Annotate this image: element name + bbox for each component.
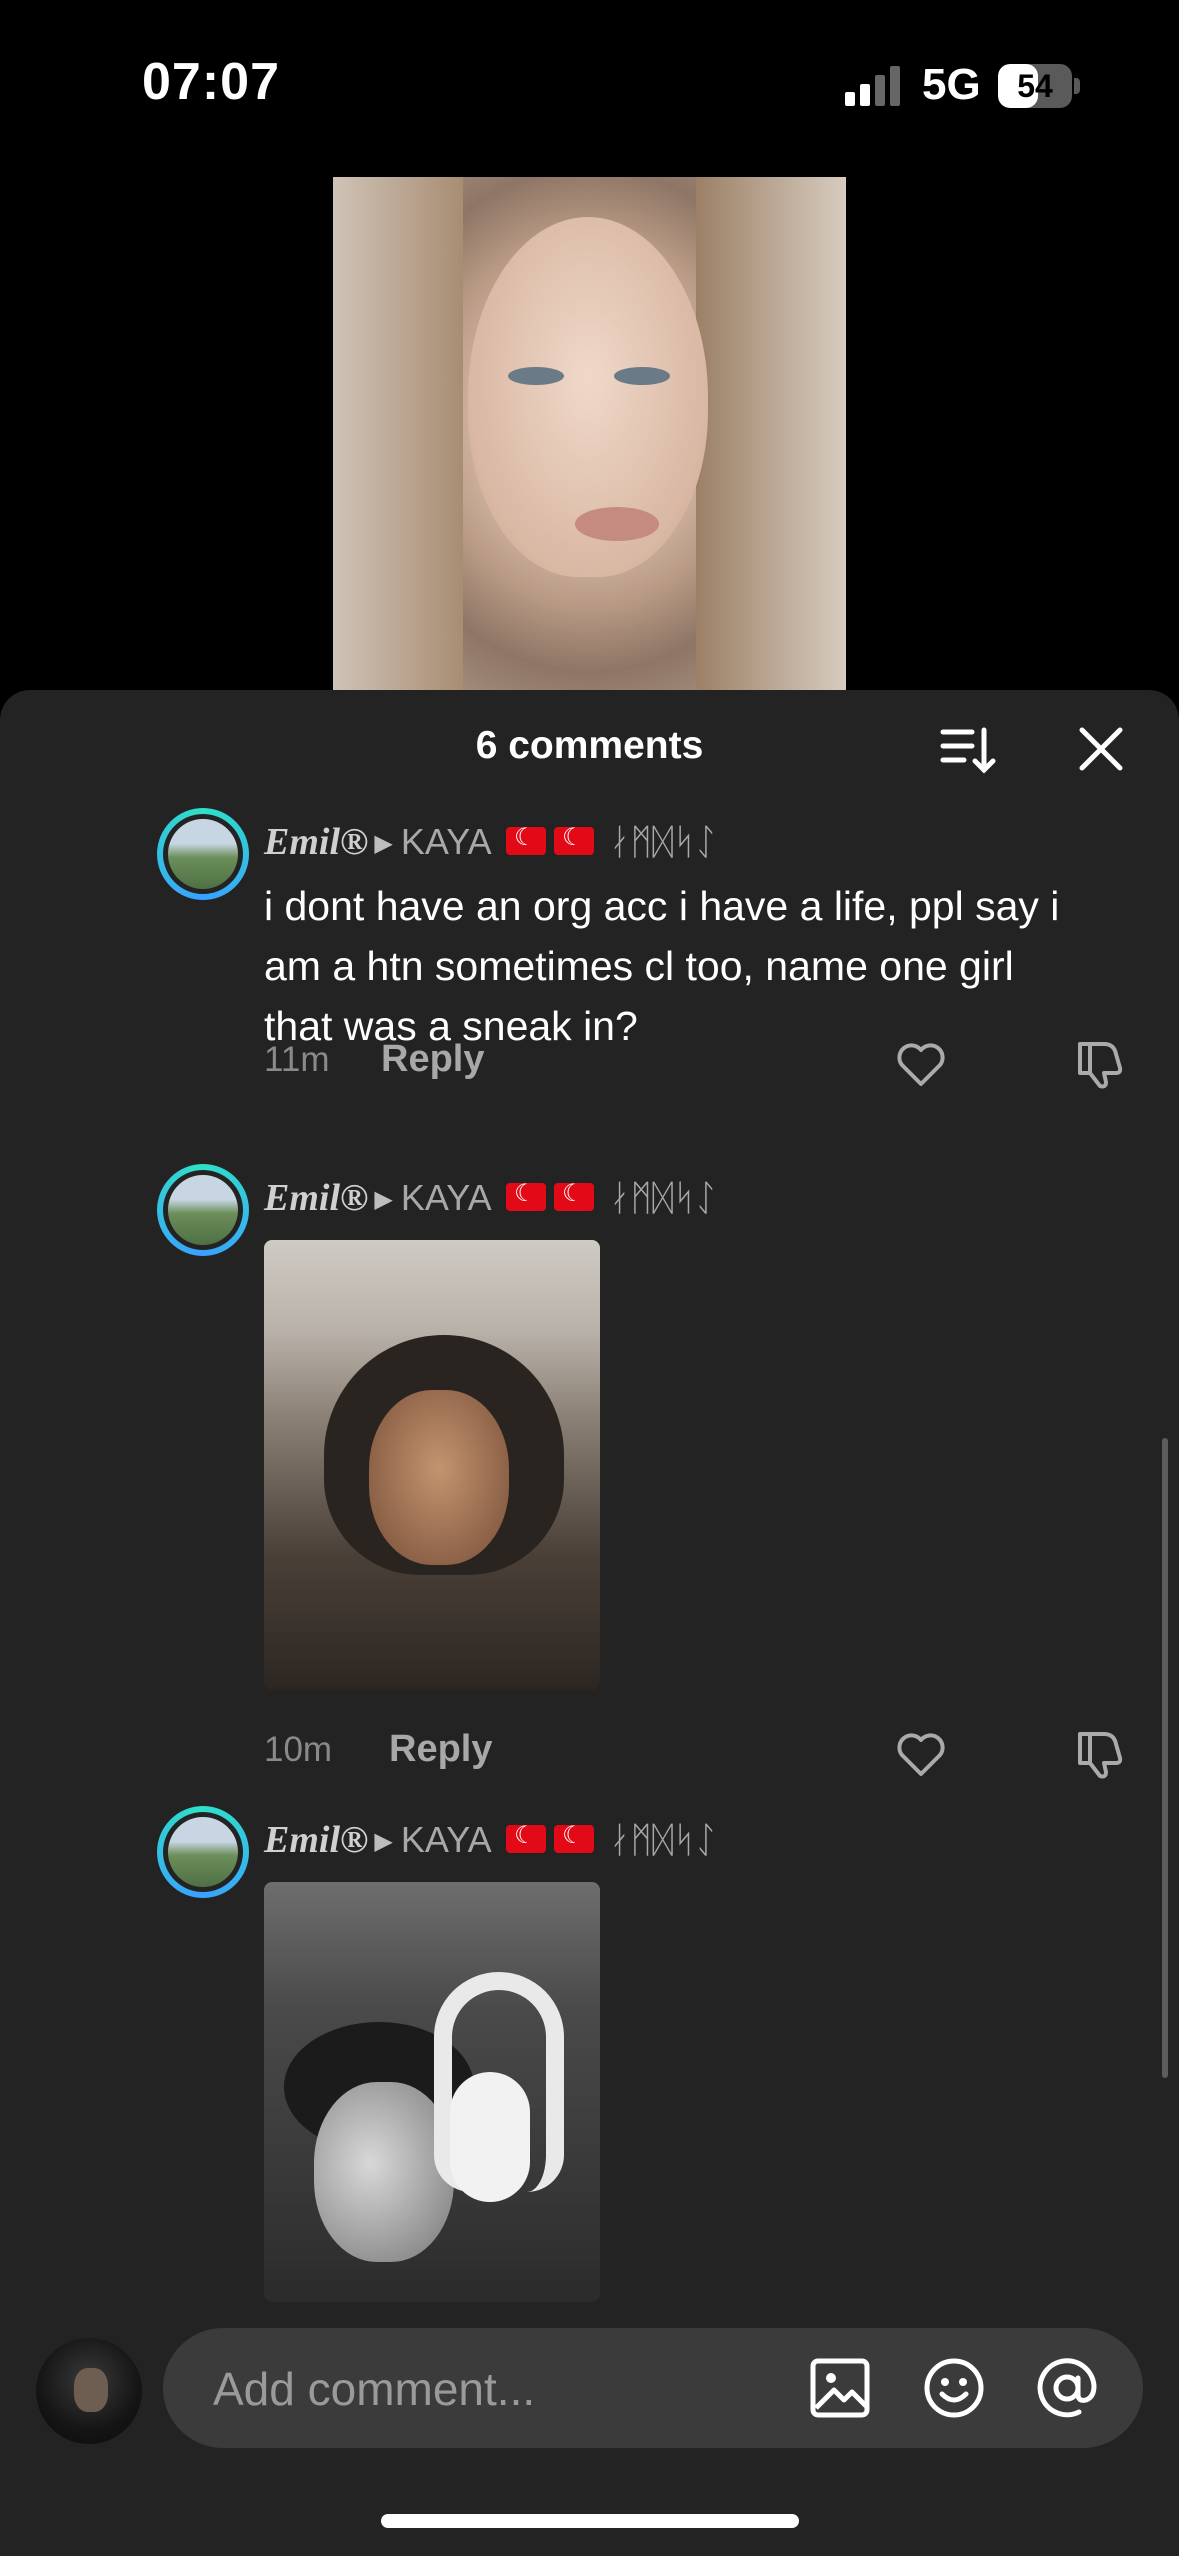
comment-time: 11m — [264, 1040, 330, 1079]
emoji-icon[interactable] — [922, 2356, 986, 2420]
signal-icon — [845, 66, 900, 106]
comment-username[interactable]: Emil®▶KAYA ᛅᛗᛞᛋᛇ — [264, 1176, 717, 1220]
image-icon[interactable] — [808, 2356, 872, 2420]
comment-text: i dont have an org acc i have a life, pp… — [264, 883, 1060, 1049]
scrollbar[interactable] — [1162, 1438, 1168, 2078]
home-indicator[interactable] — [381, 2514, 799, 2528]
play-triangle-icon: ▶ — [374, 830, 393, 857]
play-triangle-icon: ▶ — [374, 1828, 393, 1855]
avatar[interactable] — [157, 1806, 249, 1898]
close-icon[interactable] — [1078, 726, 1124, 772]
dislike-icon[interactable] — [1074, 1728, 1126, 1780]
avatar[interactable] — [157, 808, 249, 900]
add-comment-placeholder: Add comment... — [213, 2363, 536, 2415]
dislike-icon[interactable] — [1074, 1038, 1126, 1090]
turkey-flag-icon — [506, 1179, 547, 1211]
turkey-flag-icon — [506, 823, 547, 855]
add-comment-input[interactable]: Add comment... — [163, 2328, 1143, 2448]
network-label: 5G — [922, 60, 981, 109]
reply-button[interactable]: Reply — [389, 1728, 492, 1771]
comment-photo[interactable] — [264, 1882, 600, 2302]
comment-username[interactable]: Emil®▶KAYA ᛅᛗᛞᛋᛇ — [264, 1818, 717, 1862]
comment-time: 10m — [264, 1730, 333, 1769]
sort-icon[interactable] — [940, 726, 996, 774]
comment-username[interactable]: Emil®▶KAYA ᛅᛗᛞᛋᛇ — [264, 820, 717, 864]
turkey-flag-icon — [554, 823, 595, 855]
status-time: 07:07 — [142, 53, 280, 111]
mention-icon[interactable] — [1035, 2356, 1099, 2420]
video-preview[interactable] — [333, 177, 846, 717]
comments-sheet: 6 comments Emil®▶KAYA ᛅᛗᛞᛋᛇ i dont have … — [0, 690, 1179, 2556]
turkey-flag-icon — [506, 1821, 547, 1853]
heart-icon[interactable] — [895, 1038, 947, 1090]
battery-icon: 54 — [998, 64, 1080, 108]
comments-count-title: 6 comments — [475, 724, 704, 767]
heart-icon[interactable] — [895, 1728, 947, 1780]
comment-photo[interactable] — [264, 1240, 600, 1690]
battery-level: 54 — [1017, 68, 1053, 104]
play-triangle-icon: ▶ — [374, 1186, 393, 1213]
turkey-flag-icon — [554, 1179, 595, 1211]
status-bar: 07:07 5G 54 — [0, 0, 1179, 170]
avatar[interactable] — [157, 1164, 249, 1256]
reply-button[interactable]: Reply — [381, 1038, 484, 1081]
my-avatar — [36, 2338, 142, 2444]
turkey-flag-icon — [554, 1821, 595, 1853]
